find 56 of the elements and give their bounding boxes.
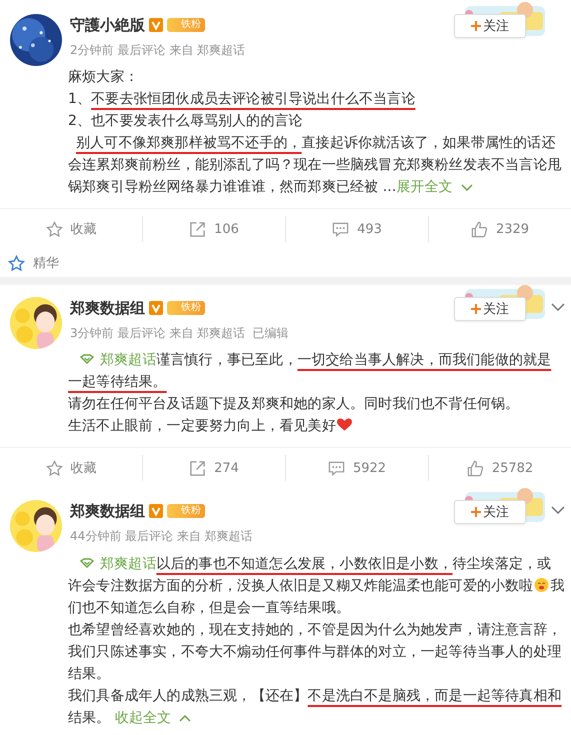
share-icon bbox=[189, 460, 206, 476]
post-paragraph: 也希望曾经喜欢她的，现在支持她的，不管是因为什么为她发声，请注意言辞，我们只陈述事实，不夸大不煽动任何事件与群体的对立，一起等待当事人的处理结果。 bbox=[68, 621, 562, 684]
smiley-icon bbox=[534, 578, 550, 592]
user-name[interactable]: 郑爽数据组 bbox=[70, 298, 145, 318]
user-name[interactable]: 守護小絶版 bbox=[70, 16, 145, 34]
fan-badge: 铁粉 bbox=[167, 504, 205, 518]
post-meta: 3分钟前 最后评论 来自 郑爽超话 已编辑 bbox=[70, 325, 289, 342]
chevron-down-icon[interactable] bbox=[551, 303, 565, 311]
comment-icon bbox=[332, 220, 350, 238]
post-paragraph: 别人可不像郑爽那样被骂不还手的，直接起诉你就活该了，如果带属性的话还会连累郑爽前粉丝，能别添乱了吗？现在一些脑残冒充郑爽粉丝发表不当言论甩锅郑爽引导粉丝网络暴力谁谁谁，然而郑爽已经被 ...展开全文 bbox=[68, 134, 562, 197]
post-paragraph: 2、也不要发表什么辱骂别人的的言论 bbox=[68, 112, 304, 131]
post-meta: 2分钟前 最后评论 来自 郑爽超话 bbox=[70, 42, 246, 59]
heart-icon bbox=[336, 418, 352, 432]
follow-button[interactable]: 关注 bbox=[454, 297, 526, 321]
share-icon bbox=[189, 220, 206, 238]
topic-icon bbox=[80, 558, 94, 568]
verified-icon bbox=[149, 18, 163, 32]
follow-button[interactable]: 关注 bbox=[454, 500, 526, 524]
post-paragraph: 1、不要去张恒团伙成员去评论被引导说出什么不当言论 bbox=[68, 90, 416, 109]
post-paragraph: 郑爽超话以后的事也不知道怎么发展，小数依旧是小数，待尘埃落定，或许会专注数据方面的分析，没换人依旧是又糊又炸能温柔也能可爱的小数啦 我们也不知道怎么自称，但是会一直等结果哦。 bbox=[68, 555, 565, 618]
action-button[interactable]: 274 bbox=[142, 455, 285, 481]
fan-badge: 铁粉 bbox=[167, 301, 205, 315]
topic-link[interactable]: 郑爽超话 bbox=[68, 352, 156, 368]
follow-button[interactable]: 关注 bbox=[454, 14, 526, 38]
action-button[interactable]: 5922 bbox=[285, 455, 428, 481]
plus-icon bbox=[471, 507, 481, 517]
verified-icon bbox=[149, 504, 163, 518]
chevron-down-icon[interactable] bbox=[551, 506, 565, 514]
thumbs-up-icon bbox=[466, 460, 484, 476]
post-paragraph: 麻烦大家： bbox=[68, 68, 140, 87]
action-button[interactable]: 25782 bbox=[428, 455, 571, 481]
comment-icon bbox=[328, 460, 345, 476]
topic-link[interactable]: 郑爽超话 bbox=[68, 556, 156, 572]
post-paragraph: 生活不止眼前，一定要努力向上，看见美好 bbox=[68, 415, 565, 437]
star-icon bbox=[8, 254, 25, 272]
star-icon bbox=[46, 460, 62, 476]
topic-icon bbox=[80, 354, 94, 364]
user-name[interactable]: 郑爽数据组 bbox=[70, 502, 145, 520]
post-paragraph: 请勿在任何平台及话题下提及郑爽和她的家人。同时我们也不背任何锅。 bbox=[68, 395, 520, 414]
action-button[interactable]: 2329 bbox=[428, 216, 571, 242]
featured-label[interactable]: 精华 bbox=[33, 254, 59, 272]
verified-icon bbox=[149, 301, 163, 315]
post-paragraph: 郑爽超话谨言慎行，事已至此，一切交给当事人解决，而我们能做的就是一起等待结果。 bbox=[68, 351, 552, 392]
expand-link[interactable]: 收起全文 bbox=[114, 710, 192, 726]
plus-icon bbox=[471, 21, 481, 31]
action-button[interactable]: 106 bbox=[142, 216, 285, 242]
plus-icon bbox=[471, 304, 481, 314]
post-paragraph: 我们具备成年人的成熟三观，【还在】不是洗白不是脑残，而是一起等待真相和 结果。 收起全文 bbox=[68, 687, 563, 728]
action-button[interactable]: 493 bbox=[285, 216, 428, 242]
action-button[interactable]: 收藏 bbox=[0, 455, 142, 481]
post-meta: 44分钟前 最后评论 来自 郑爽超话 bbox=[70, 528, 253, 545]
expand-link[interactable]: 展开全文 bbox=[396, 179, 473, 195]
thumbs-up-icon bbox=[470, 220, 488, 238]
star-icon bbox=[46, 220, 62, 238]
action-button[interactable]: 收藏 bbox=[0, 216, 142, 242]
fan-badge: 铁粉 bbox=[167, 18, 205, 32]
